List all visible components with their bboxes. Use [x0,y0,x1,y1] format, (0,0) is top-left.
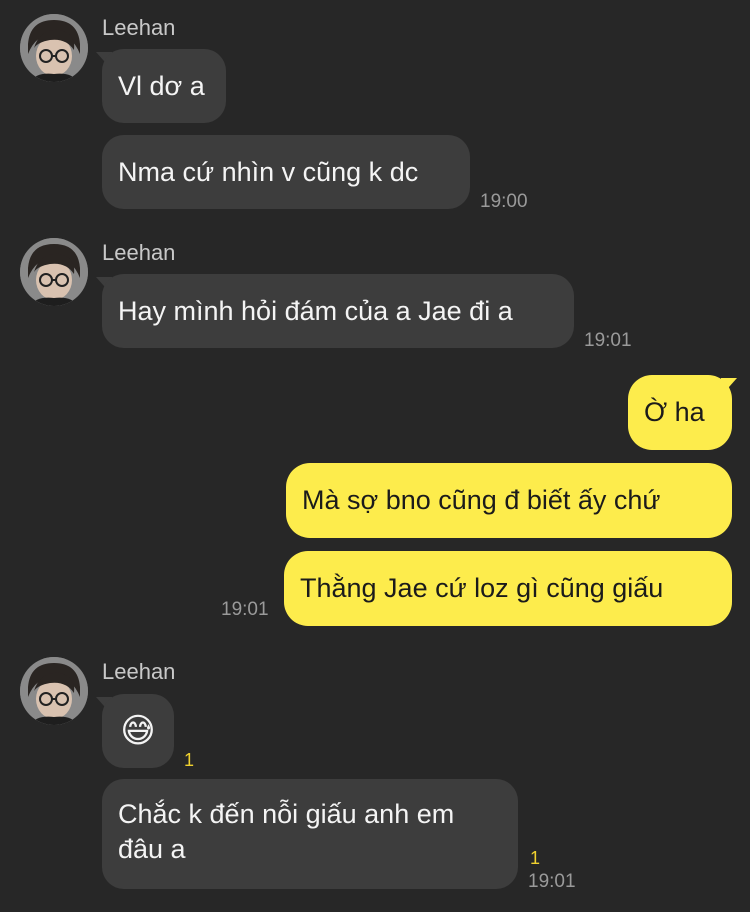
message-timestamp: 19:01 [221,599,269,620]
sender-avatar[interactable] [20,238,88,306]
outgoing-message-bubble[interactable]: Thằng Jae cứ loz gì cũng giấu [284,551,732,626]
sender-name: Leehan [102,15,176,40]
message-text: Mà sợ bno cũng đ biết ấy chứ [302,485,661,515]
message-text: Chắc k đến nỗi giấu anh em đâu a [118,799,455,864]
unread-count: 1 [530,848,541,868]
incoming-message-bubble[interactable]: Nma cứ nhìn v cũng k dc [102,135,470,209]
sender-avatar[interactable] [20,14,88,82]
avatar-photo-icon [20,14,88,82]
message-text: Ờ ha [644,397,705,427]
chat-message-list[interactable]: Leehan Vl dơ a Nma cứ nhìn v cũng k dc 1… [0,0,750,912]
incoming-message-bubble[interactable]: Vl dơ a [102,49,226,123]
outgoing-message-bubble[interactable]: Mà sợ bno cũng đ biết ấy chứ [286,463,732,538]
sender-name: Leehan [102,240,176,265]
outgoing-message-bubble[interactable]: Ờ ha [628,375,732,450]
sender-avatar[interactable] [20,657,88,725]
message-text: Vl dơ a [118,70,205,101]
incoming-message-bubble[interactable]: Hay mình hỏi đám của a Jae đi a [102,274,574,348]
avatar-photo-icon [20,238,88,306]
message-text: Nma cứ nhìn v cũng k dc [118,156,419,187]
message-timestamp: 19:01 [528,871,576,892]
avatar-photo-icon [20,657,88,725]
incoming-message-bubble[interactable]: Chắc k đến nỗi giấu anh em đâu a [102,779,518,889]
emoji-message: 😅 [120,712,156,750]
sender-name: Leehan [102,659,176,684]
message-text: Hay mình hỏi đám của a Jae đi a [118,295,513,326]
message-timestamp: 19:01 [584,330,632,351]
message-timestamp: 19:00 [480,191,528,212]
message-text: Thằng Jae cứ loz gì cũng giấu [300,573,664,603]
incoming-message-bubble[interactable]: 😅 [102,694,174,768]
unread-count: 1 [184,750,195,770]
